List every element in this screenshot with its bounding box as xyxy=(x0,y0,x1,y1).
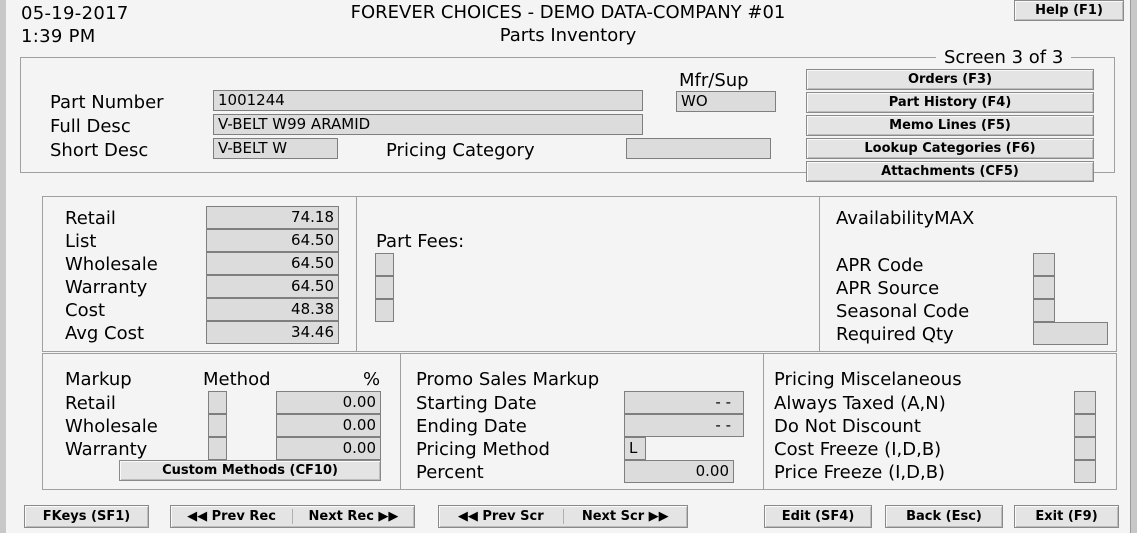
promo-starting-date-label: Starting Date xyxy=(416,393,537,414)
markup-warranty-percent[interactable]: 0.00 xyxy=(276,437,381,460)
header-company-title: FOREVER CHOICES - DEMO DATA-COMPANY #01 xyxy=(350,2,786,23)
help-button[interactable]: Help (F1) xyxy=(1014,0,1124,21)
list-price-label: List xyxy=(65,231,97,252)
do-not-discount-label: Do Not Discount xyxy=(774,416,921,437)
pricing-category-label: Pricing Category xyxy=(386,140,535,161)
required-qty-label: Required Qty xyxy=(836,324,954,345)
part-fee-input-2[interactable] xyxy=(375,276,394,299)
fkeys-button[interactable]: FKeys (SF1) xyxy=(24,505,149,528)
apr-code-input[interactable] xyxy=(1033,253,1055,276)
seasonal-code-label: Seasonal Code xyxy=(836,301,970,322)
pricing-panel-divider-1 xyxy=(356,197,357,351)
retail-price-value[interactable]: 74.18 xyxy=(206,206,339,229)
misc-title: Pricing Miscelaneous xyxy=(774,369,962,390)
next-rec-button[interactable]: Next Rec ▶▶ xyxy=(293,506,414,527)
avg-cost-price-label: Avg Cost xyxy=(65,323,145,344)
retail-price-label: Retail xyxy=(65,208,116,229)
price-freeze-label: Price Freeze (I,D,B) xyxy=(774,462,946,483)
full-desc-label: Full Desc xyxy=(50,116,131,137)
pricing-panel-divider-2 xyxy=(819,197,820,351)
promo-percent-input[interactable]: 0.00 xyxy=(624,460,734,483)
avg-cost-price-value[interactable]: 34.46 xyxy=(206,321,339,344)
wholesale-price-value[interactable]: 64.50 xyxy=(206,252,339,275)
exit-button[interactable]: Exit (F9) xyxy=(1014,505,1119,528)
apr-code-label: APR Code xyxy=(836,255,924,276)
promo-pricing-method-label: Pricing Method xyxy=(416,439,550,460)
full-desc-input[interactable]: V-BELT W99 ARAMID xyxy=(213,114,643,135)
window-right-edge xyxy=(1130,0,1137,533)
record-nav-group: ◀◀ Prev Rec Next Rec ▶▶ xyxy=(170,505,415,528)
markup-wholesale-label: Wholesale xyxy=(65,416,158,437)
always-taxed-label: Always Taxed (A,N) xyxy=(774,393,946,414)
cost-freeze-input[interactable] xyxy=(1074,437,1096,460)
markup-warranty-method[interactable] xyxy=(208,437,227,460)
part-fee-input-3[interactable] xyxy=(375,299,394,322)
back-button[interactable]: Back (Esc) xyxy=(885,505,1003,528)
page-title: Parts Inventory xyxy=(499,25,637,46)
footer-toolbar: FKeys (SF1) ◀◀ Prev Rec Next Rec ▶▶ ◀◀ P… xyxy=(6,500,1130,533)
promo-title: Promo Sales Markup xyxy=(416,369,600,390)
list-price-value[interactable]: 64.50 xyxy=(206,229,339,252)
always-taxed-input[interactable] xyxy=(1074,391,1096,414)
mfr-sup-input[interactable]: WO xyxy=(676,91,776,112)
short-desc-input[interactable]: V-BELT W xyxy=(213,138,338,159)
seasonal-code-input[interactable] xyxy=(1033,299,1055,322)
edit-button[interactable]: Edit (SF4) xyxy=(764,505,872,528)
markup-retail-method[interactable] xyxy=(208,391,227,414)
custom-methods-button[interactable]: Custom Methods (CF10) xyxy=(119,460,381,481)
prev-rec-button[interactable]: ◀◀ Prev Rec xyxy=(171,506,292,527)
part-history-button[interactable]: Part History (F4) xyxy=(806,92,1094,113)
do-not-discount-input[interactable] xyxy=(1074,414,1096,437)
apr-source-input[interactable] xyxy=(1033,276,1055,299)
memo-lines-button[interactable]: Memo Lines (F5) xyxy=(806,115,1094,136)
attachments-button[interactable]: Attachments (CF5) xyxy=(806,161,1094,182)
next-scr-button[interactable]: Next Scr ▶▶ xyxy=(564,506,688,527)
promo-ending-date-label: Ending Date xyxy=(416,416,527,437)
cost-price-label: Cost xyxy=(65,300,106,321)
promo-pricing-method-input[interactable]: L xyxy=(624,437,646,460)
markup-wholesale-method[interactable] xyxy=(208,414,227,437)
markup-wholesale-percent[interactable]: 0.00 xyxy=(276,414,381,437)
cost-price-value[interactable]: 48.38 xyxy=(206,298,339,321)
markup-retail-label: Retail xyxy=(65,393,116,414)
markup-percent-header: % xyxy=(363,369,381,390)
cost-freeze-label: Cost Freeze (I,D,B) xyxy=(774,439,942,460)
lookup-categories-button[interactable]: Lookup Categories (F6) xyxy=(806,138,1094,159)
promo-percent-label: Percent xyxy=(416,462,484,483)
promo-ending-date-input[interactable]: - - xyxy=(624,414,744,437)
application-screen: 05-19-2017 1:39 PM FOREVER CHOICES - DEM… xyxy=(6,0,1130,533)
short-desc-label: Short Desc xyxy=(50,140,149,161)
part-number-input[interactable]: 1001244 xyxy=(213,90,643,111)
markup-retail-percent[interactable]: 0.00 xyxy=(276,391,381,414)
markup-warranty-label: Warranty xyxy=(65,439,148,460)
part-fees-label: Part Fees: xyxy=(376,231,465,252)
prev-scr-button[interactable]: ◀◀ Prev Scr xyxy=(439,506,563,527)
wholesale-price-label: Wholesale xyxy=(65,254,158,275)
markup-title: Markup xyxy=(65,369,132,390)
mfr-sup-label: Mfr/Sup xyxy=(679,70,749,91)
availability-title: AvailabilityMAX xyxy=(836,208,975,229)
screen-nav-group: ◀◀ Prev Scr Next Scr ▶▶ xyxy=(438,505,688,528)
orders-button[interactable]: Orders (F3) xyxy=(806,69,1094,90)
markup-panel-divider-1 xyxy=(400,354,401,489)
markup-panel-divider-2 xyxy=(763,354,764,489)
apr-source-label: APR Source xyxy=(836,278,940,299)
screen-indicator: Screen 3 of 3 xyxy=(936,47,1072,68)
required-qty-input[interactable] xyxy=(1033,322,1108,345)
part-fee-input-1[interactable] xyxy=(375,253,394,276)
warranty-price-label: Warranty xyxy=(65,277,148,298)
pricing-category-input[interactable] xyxy=(626,138,771,159)
warranty-price-value[interactable]: 64.50 xyxy=(206,275,339,298)
price-freeze-input[interactable] xyxy=(1074,460,1096,483)
part-number-label: Part Number xyxy=(50,92,164,113)
promo-starting-date-input[interactable]: - - xyxy=(624,391,744,414)
markup-method-header: Method xyxy=(203,369,271,390)
